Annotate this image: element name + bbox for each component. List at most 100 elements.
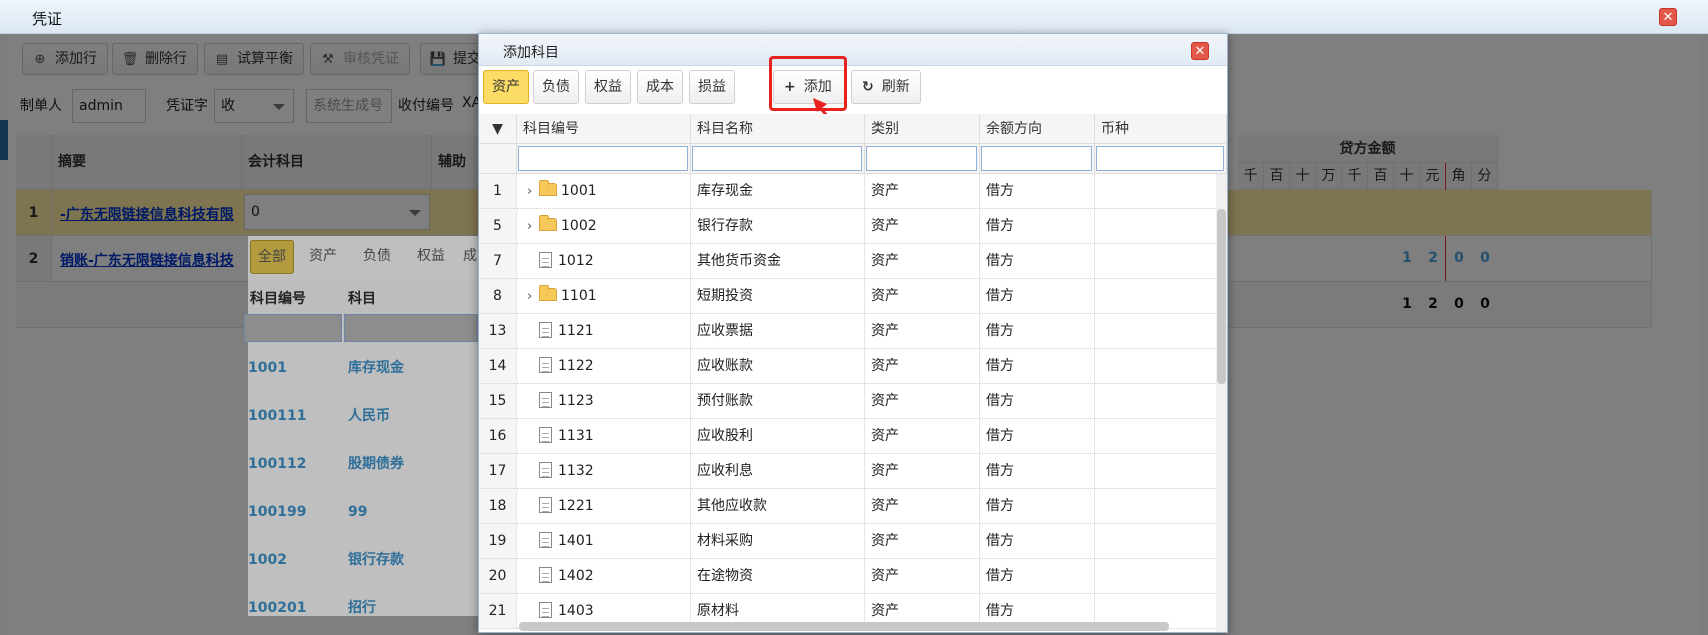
account-currency: [1095, 174, 1219, 209]
picker-item-name[interactable]: 银行存款: [348, 540, 476, 580]
picker-item-code[interactable]: 1001: [248, 348, 344, 388]
document-icon: [539, 427, 552, 443]
picker-col-name: 科目: [348, 291, 376, 307]
chevron-right-icon[interactable]: ›: [527, 280, 539, 314]
account-code: 1403: [558, 603, 594, 619]
account-code-cell: 1131: [517, 419, 691, 454]
picker-item-code[interactable]: 100111: [248, 396, 344, 436]
account-row[interactable]: 7 1012 其他货币资金 资产 借方: [479, 244, 1219, 279]
horizontal-scrollbar[interactable]: [519, 622, 1169, 631]
account-row[interactable]: 15 1123 预付账款 资产 借方: [479, 384, 1219, 419]
account-code: 1402: [558, 568, 594, 584]
chevron-right-icon[interactable]: ›: [527, 210, 539, 244]
filter-rownum-cell: [479, 144, 517, 174]
account-category: 资产: [865, 314, 980, 349]
picker-tab-equity[interactable]: 权益: [408, 240, 454, 274]
account-name: 库存现金: [691, 174, 865, 209]
account-row[interactable]: 19 1401 材料采购 资产 借方: [479, 524, 1219, 559]
picker-item-name[interactable]: 人民币: [348, 396, 476, 436]
document-icon: [539, 252, 552, 268]
tab-cost[interactable]: 成本: [637, 70, 683, 104]
chevron-right-icon[interactable]: ›: [527, 175, 539, 209]
account-balance-dir: 借方: [980, 559, 1095, 594]
picker-item-name[interactable]: 股期债券: [348, 444, 476, 484]
picker-code-filter[interactable]: [244, 314, 342, 342]
account-code: 1101: [561, 288, 597, 304]
picker-tab-cost[interactable]: 成: [462, 240, 478, 274]
document-icon: [539, 602, 552, 618]
account-code: 1122: [558, 358, 594, 374]
picker-item-name[interactable]: 招行: [348, 588, 476, 628]
modal-titlebar: 添加科目 ✕: [479, 34, 1227, 66]
picker-item-code[interactable]: 100201: [248, 588, 344, 628]
code-filter-input[interactable]: [518, 146, 688, 171]
add-account-modal: 添加科目 ✕ 资产 负债 权益 成本 损益 + 添加 ↻ 刷新 ▼ 科目编号 科目名…: [478, 33, 1228, 633]
account-row[interactable]: 5 › 1002 银行存款 资产 借方: [479, 209, 1219, 244]
account-row[interactable]: 20 1402 在途物资 资产 借方: [479, 559, 1219, 594]
account-category: 资产: [865, 524, 980, 559]
picker-tab-liabilities[interactable]: 负债: [354, 240, 400, 274]
account-code: 1001: [561, 183, 597, 199]
picker-tab-assets[interactable]: 资产: [300, 240, 346, 274]
picker-tab-all[interactable]: 全部: [250, 240, 294, 274]
row-number: 14: [479, 349, 517, 384]
account-row[interactable]: 18 1221 其他应收款 资产 借方: [479, 489, 1219, 524]
account-category: 资产: [865, 279, 980, 314]
filter-header[interactable]: ▼: [479, 114, 517, 144]
modal-close-icon[interactable]: ✕: [1191, 42, 1209, 60]
account-balance-dir: 借方: [980, 454, 1095, 489]
account-row[interactable]: 13 1121 应收票据 资产 借方: [479, 314, 1219, 349]
account-currency: [1095, 454, 1219, 489]
currency-filter-input[interactable]: [1096, 146, 1224, 171]
col-category-header[interactable]: 类别: [865, 114, 980, 144]
document-icon: [539, 567, 552, 583]
account-balance-dir: 借方: [980, 244, 1095, 279]
row-number: 13: [479, 314, 517, 349]
account-currency: [1095, 524, 1219, 559]
picker-item-name[interactable]: 99: [348, 492, 476, 532]
voucher-close-icon[interactable]: ✕: [1659, 8, 1677, 26]
picker-item-name[interactable]: 库存现金: [348, 348, 476, 388]
category-filter-cell: [865, 144, 980, 174]
col-name-header[interactable]: 科目名称: [691, 114, 865, 144]
account-row[interactable]: 14 1122 应收账款 资产 借方: [479, 349, 1219, 384]
voucher-titlebar: 凭证 ✕: [0, 0, 1708, 34]
account-currency: [1095, 384, 1219, 419]
account-currency: [1095, 244, 1219, 279]
row-number: 1: [479, 174, 517, 209]
balance-dir-filter-input[interactable]: [981, 146, 1092, 171]
category-filter-input[interactable]: [866, 146, 977, 171]
tab-liabilities[interactable]: 负债: [533, 70, 579, 104]
refresh-label: 刷新: [881, 79, 910, 95]
col-code-header[interactable]: 科目编号: [517, 114, 691, 144]
tab-equity[interactable]: 权益: [585, 70, 631, 104]
account-name: 银行存款: [691, 209, 865, 244]
picker-item-code[interactable]: 100112: [248, 444, 344, 484]
account-balance-dir: 借方: [980, 524, 1095, 559]
account-code-cell: 1012: [517, 244, 691, 279]
tab-assets[interactable]: 资产: [483, 70, 529, 104]
account-row[interactable]: 17 1132 应收利息 资产 借方: [479, 454, 1219, 489]
voucher-window-title: 凭证: [32, 10, 63, 28]
account-row[interactable]: 8 › 1101 短期投资 资产 借方: [479, 279, 1219, 314]
row-number: 18: [479, 489, 517, 524]
name-filter-input[interactable]: [692, 146, 862, 171]
vertical-scrollbar[interactable]: [1217, 209, 1226, 384]
account-code-cell: 1132: [517, 454, 691, 489]
account-balance-dir: 借方: [980, 314, 1095, 349]
account-row[interactable]: 16 1131 应收股利 资产 借方: [479, 419, 1219, 454]
row-number: 21: [479, 594, 517, 629]
tab-profit-loss[interactable]: 损益: [689, 70, 735, 104]
refresh-icon: ↻: [862, 79, 874, 95]
picker-item-code[interactable]: 100199: [248, 492, 344, 532]
account-balance-dir: 借方: [980, 384, 1095, 419]
row-number: 17: [479, 454, 517, 489]
col-currency-header[interactable]: 币种: [1095, 114, 1227, 144]
account-category: 资产: [865, 384, 980, 419]
folder-icon: [539, 215, 557, 231]
picker-name-filter[interactable]: [344, 314, 478, 342]
account-row[interactable]: 1 › 1001 库存现金 资产 借方: [479, 174, 1219, 209]
picker-item-code[interactable]: 1002: [248, 540, 344, 580]
account-table: ▼ 科目编号 科目名称 类别 余额方向 币种 1 › 1001 库存现金 资产 借方 5 › 1…: [479, 114, 1227, 632]
col-balance-dir-header[interactable]: 余额方向: [980, 114, 1095, 144]
